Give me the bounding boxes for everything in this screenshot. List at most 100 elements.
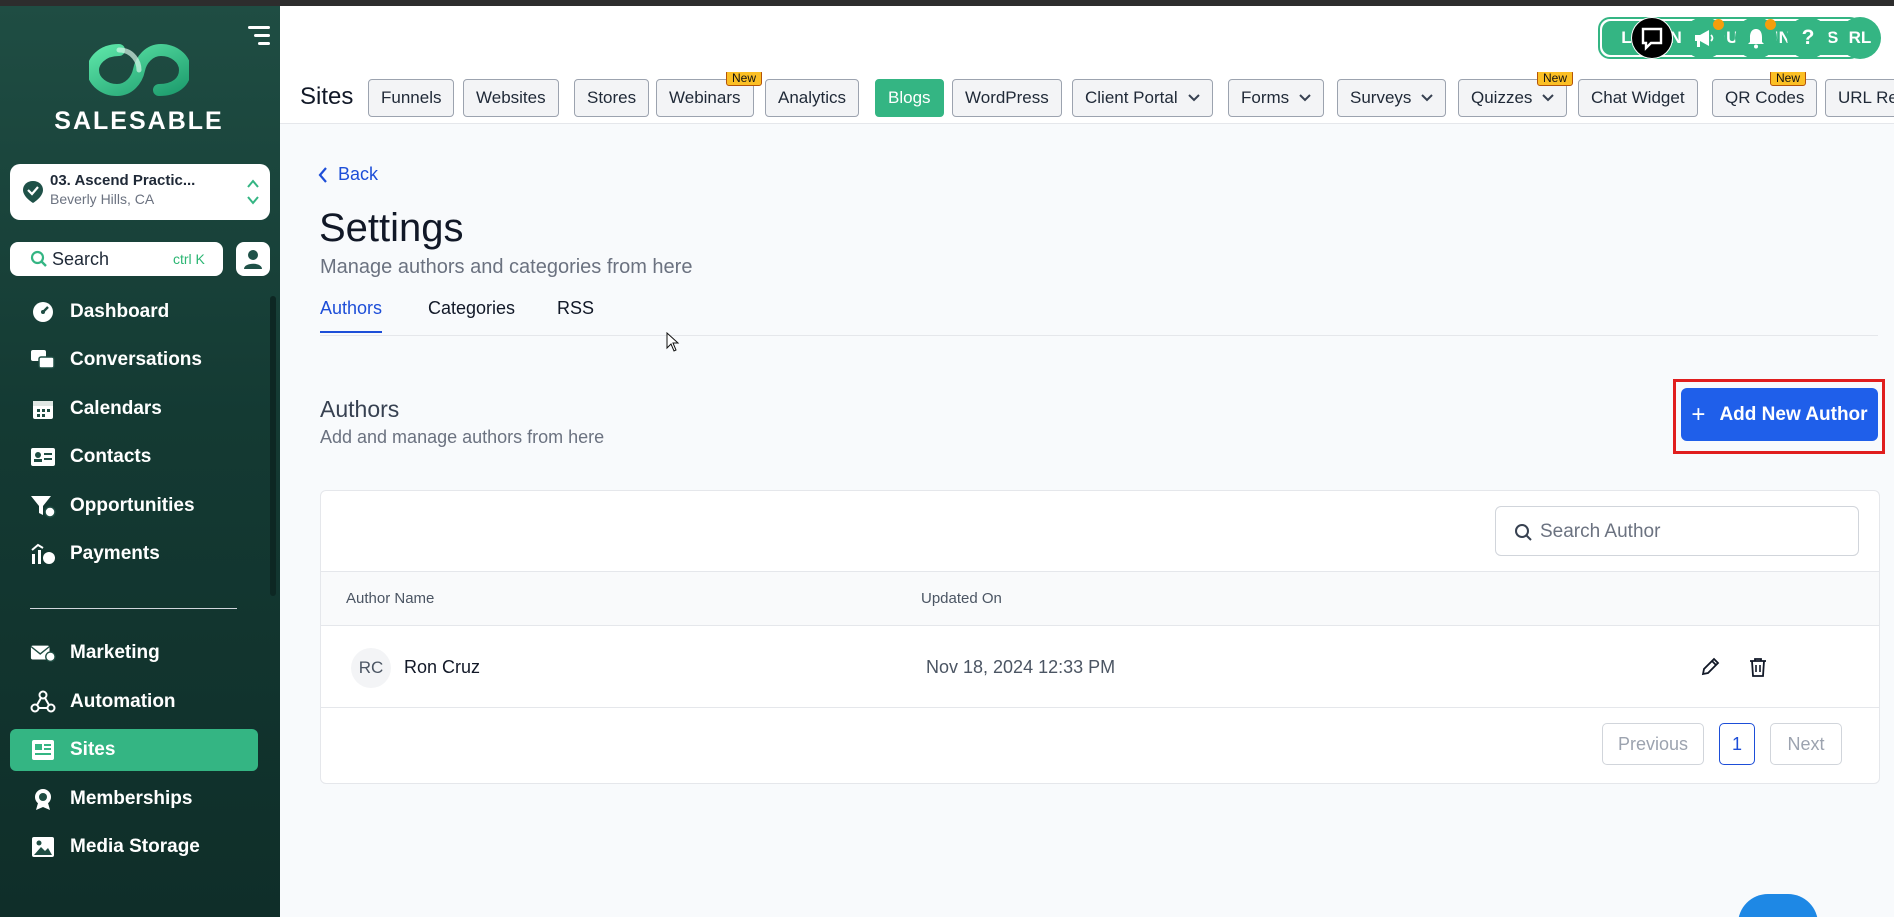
tab-blogs[interactable]: Blogs	[875, 79, 944, 117]
sidebar-item-label: Contacts	[70, 446, 152, 467]
sidebar-item-memberships[interactable]: Memberships	[10, 778, 258, 820]
sidebar-divider	[30, 608, 237, 609]
payments-icon	[30, 542, 56, 566]
sidebar-item-payments[interactable]: Payments	[10, 533, 258, 575]
search-label: Search	[52, 249, 110, 269]
sidebar: SALESABLE 03. Ascend Practic... Beverly …	[0, 6, 280, 917]
highlight-box: + Add New Author	[1673, 379, 1885, 454]
sites-icon	[30, 738, 56, 762]
support-chat-button[interactable]	[1631, 17, 1673, 59]
new-badge: New	[1770, 72, 1807, 86]
help-button[interactable]: ?	[1787, 17, 1829, 59]
chevron-down-icon	[1187, 94, 1200, 102]
chevron-left-icon	[318, 166, 327, 183]
sidebar-item-sites[interactable]: Sites	[10, 729, 258, 771]
infinity-logo-icon	[86, 43, 192, 97]
sidebar-item-automation[interactable]: Automation	[10, 681, 258, 723]
notification-dot	[1765, 19, 1776, 30]
column-updated-on: Updated On	[921, 590, 1002, 607]
tab-forms[interactable]: Forms	[1228, 79, 1325, 117]
tab-rss[interactable]: RSS	[557, 298, 594, 331]
author-updated-on: Nov 18, 2024 12:33 PM	[926, 657, 1116, 677]
back-link[interactable]: Back	[318, 164, 378, 185]
tab-analytics[interactable]: Analytics	[765, 79, 860, 117]
tab-label: Client Portal	[1085, 88, 1178, 107]
back-label: Back	[338, 164, 379, 184]
avatar-initials: RL	[1848, 28, 1872, 47]
brand-logo: SALESABLE	[54, 42, 224, 136]
page-subtitle: Manage authors and categories from here	[320, 256, 693, 278]
tab-stores[interactable]: Stores	[574, 79, 650, 117]
funnel-icon	[30, 494, 56, 518]
tab-client-portal[interactable]: Client Portal	[1072, 79, 1213, 117]
chevron-down-icon	[1542, 94, 1555, 102]
location-pin-icon	[23, 181, 43, 203]
tab-categories[interactable]: Categories	[428, 298, 515, 331]
brand-name: SALESABLE	[54, 107, 224, 135]
mouse-cursor-icon	[666, 332, 680, 352]
tab-authors[interactable]: Authors	[320, 298, 383, 333]
search-shortcut: ctrl K	[173, 251, 205, 267]
location-switcher[interactable]: 03. Ascend Practic... Beverly Hills, CA	[10, 164, 270, 220]
add-new-author-button[interactable]: + Add New Author	[1681, 388, 1878, 441]
tab-funnels[interactable]: Funnels	[368, 79, 455, 117]
new-badge: New	[1537, 72, 1574, 86]
chevron-down-icon	[1299, 94, 1311, 102]
settings-tabs: Authors Categories RSS	[320, 296, 1878, 336]
envelope-icon	[30, 641, 56, 665]
new-badge: New	[726, 72, 763, 86]
workflow-icon	[30, 690, 56, 714]
chevron-updown-icon	[247, 179, 259, 205]
sidebar-item-label: Memberships	[70, 788, 193, 809]
notifications-button[interactable]	[1735, 17, 1777, 59]
tab-chat-widget[interactable]: Chat Widget	[1578, 79, 1698, 117]
tab-label: Chat Widget	[1591, 88, 1685, 107]
tab-label: URL Red	[1838, 88, 1894, 107]
tab-label: WordPress	[965, 88, 1049, 107]
sidebar-item-contacts[interactable]: Contacts	[10, 436, 258, 478]
tab-label: Forms	[1241, 88, 1290, 107]
sidebar-item-label: Calendars	[70, 398, 162, 419]
pagination-next-button[interactable]: Next	[1770, 723, 1842, 765]
search-icon	[1515, 524, 1532, 541]
sidebar-item-opportunities[interactable]: Opportunities	[10, 485, 258, 527]
sidebar-collapse-icon[interactable]	[248, 26, 270, 46]
user-profile-button[interactable]	[236, 242, 270, 276]
sidebar-scrollbar[interactable]	[270, 296, 276, 596]
sidebar-item-media-storage[interactable]: Media Storage	[10, 826, 258, 868]
tab-surveys[interactable]: Surveys	[1337, 79, 1447, 117]
tab-label: QR Codes	[1725, 88, 1805, 107]
announcements-button[interactable]	[1683, 17, 1725, 59]
user-avatar[interactable]: RL	[1839, 17, 1881, 59]
sidebar-item-dashboard[interactable]: Dashboard	[10, 291, 258, 333]
table-header: Author Name Updated On	[321, 571, 1879, 626]
notification-dot	[1713, 19, 1724, 30]
trash-icon[interactable]	[1747, 656, 1769, 678]
sidebar-item-label: Automation	[70, 691, 176, 712]
sidebar-item-label: Conversations	[70, 349, 202, 370]
badge-icon	[30, 787, 56, 811]
megaphone-icon	[1695, 30, 1714, 47]
chat-launcher-button[interactable]	[1738, 894, 1818, 917]
pagination-previous-button[interactable]: Previous	[1602, 723, 1704, 765]
tab-wordpress[interactable]: WordPress	[952, 79, 1062, 117]
window-top-strip	[0, 0, 1894, 6]
tab-label: Stores	[587, 88, 637, 107]
top-header: LEARN ABOUT FUNNELS ? RL	[280, 6, 1894, 72]
chevron-down-icon	[1421, 94, 1434, 102]
tab-websites[interactable]: Websites	[463, 79, 559, 117]
plus-icon: +	[1691, 400, 1706, 428]
author-search-input[interactable]	[1540, 517, 1840, 547]
tab-label: Webinars	[669, 88, 741, 107]
sidebar-item-label: Dashboard	[70, 301, 170, 322]
edit-pencil-icon[interactable]	[1699, 656, 1721, 678]
global-search-button[interactable]: Search ctrl K	[10, 242, 223, 276]
sidebar-item-marketing[interactable]: Marketing	[10, 632, 258, 674]
sidebar-item-conversations[interactable]: Conversations	[10, 339, 258, 381]
pagination-page-1[interactable]: 1	[1719, 723, 1755, 765]
tab-url-redirects[interactable]: URL Red	[1825, 79, 1894, 117]
chat-bubbles-icon	[30, 348, 56, 372]
tab-label: Blogs	[888, 88, 931, 107]
sidebar-item-calendars[interactable]: Calendars	[10, 388, 258, 430]
authors-section-title: Authors	[320, 396, 400, 422]
